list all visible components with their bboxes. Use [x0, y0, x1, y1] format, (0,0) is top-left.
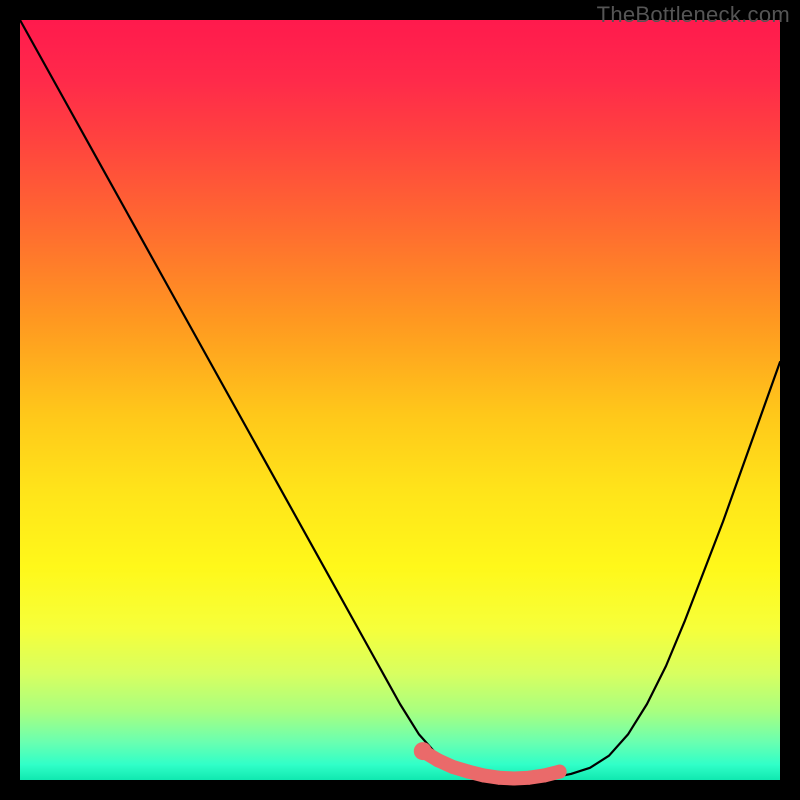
- highlight-marker: [537, 768, 551, 782]
- highlight-markers: [414, 742, 567, 785]
- bottleneck-curve: [20, 20, 780, 779]
- highlight-marker: [553, 765, 567, 779]
- gradient-plot-area: [20, 20, 780, 780]
- highlight-marker: [414, 742, 432, 760]
- highlight-marker: [492, 771, 506, 785]
- highlight-marker: [507, 771, 521, 785]
- highlight-marker: [446, 760, 460, 774]
- highlight-marker: [477, 768, 491, 782]
- chart-svg: [20, 20, 780, 780]
- highlight-marker: [461, 765, 475, 779]
- highlight-marker: [431, 753, 445, 767]
- watermark-label: TheBottleneck.com: [597, 2, 790, 28]
- chart-frame: TheBottleneck.com: [0, 0, 800, 800]
- highlight-marker: [522, 771, 536, 785]
